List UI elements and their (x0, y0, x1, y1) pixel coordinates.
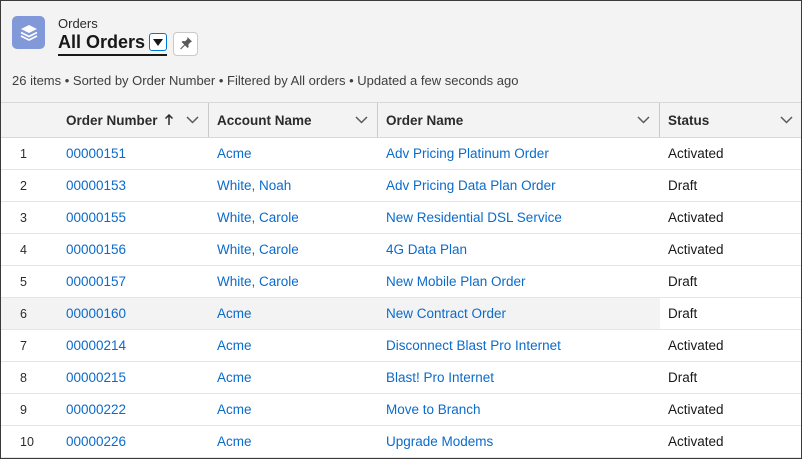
row-number: 6 (1, 297, 58, 330)
row-number: 9 (1, 393, 58, 426)
column-label: Account Name (217, 112, 312, 128)
order-number-link[interactable]: 00000157 (58, 265, 209, 298)
status-cell: Activated (660, 233, 801, 266)
status-cell: Activated (660, 137, 801, 170)
table-row[interactable]: 4 00000156 White, Carole 4G Data Plan Activa… (1, 233, 801, 266)
status-cell: Draft (660, 361, 801, 394)
account-name-link[interactable]: Acme (209, 137, 378, 170)
order-number-link[interactable]: 00000214 (58, 329, 209, 362)
row-number: 4 (1, 233, 58, 266)
row-number: 5 (1, 265, 58, 298)
chevron-down-icon[interactable] (186, 116, 199, 124)
order-number-link[interactable]: 00000151 (58, 137, 209, 170)
stacked-layers-icon (12, 16, 45, 49)
account-name-link[interactable]: Acme (209, 425, 378, 458)
list-view-title-row: All Orders (58, 32, 199, 56)
chevron-down-icon[interactable] (780, 116, 793, 124)
account-name-link[interactable]: White, Carole (209, 265, 378, 298)
status-cell: Activated (660, 329, 801, 362)
account-name-link[interactable]: Acme (209, 361, 378, 394)
order-name-link[interactable]: Disconnect Blast Pro Internet (378, 329, 660, 362)
orders-list-view: Orders All Orders 26 items • Sorted by O… (0, 0, 802, 459)
row-number-header (1, 102, 58, 138)
chevron-down-icon[interactable] (355, 116, 368, 124)
order-name-link[interactable]: New Residential DSL Service (378, 201, 660, 234)
row-number: 8 (1, 361, 58, 394)
row-number: 2 (1, 169, 58, 202)
table-row[interactable]: 10 00000226 Acme Upgrade Modems Activated (1, 425, 801, 458)
table-body: 1 00000151 Acme Adv Pricing Platinum Order A… (1, 137, 801, 458)
column-label: Order Name (386, 112, 464, 128)
column-header-order-name[interactable]: Order Name (378, 102, 660, 138)
chevron-down-icon[interactable] (637, 116, 650, 124)
table-row[interactable]: 7 00000214 Acme Disconnect Blast Pro Intern… (1, 329, 801, 362)
order-number-link[interactable]: 00000156 (58, 233, 209, 266)
row-number: 3 (1, 201, 58, 234)
row-number: 10 (1, 425, 58, 458)
order-number-link[interactable]: 00000222 (58, 393, 209, 426)
order-name-link[interactable]: Upgrade Modems (378, 425, 660, 458)
status-cell: Activated (660, 393, 801, 426)
table-row[interactable]: 6 00000160 Acme New Contract Order Draft (1, 297, 801, 330)
list-view-title: All Orders (58, 32, 146, 52)
table-header-row: Order Number Account Name Order Name Sta… (1, 102, 801, 138)
status-cell: Activated (660, 425, 801, 458)
order-name-link[interactable]: 4G Data Plan (378, 233, 660, 266)
order-number-link[interactable]: 00000215 (58, 361, 209, 394)
list-view-info: 26 items • Sorted by Order Number • Filt… (12, 73, 519, 88)
order-name-link[interactable]: New Contract Order (378, 297, 660, 330)
status-cell: Activated (660, 201, 801, 234)
column-header-status[interactable]: Status (660, 102, 801, 138)
table-row[interactable]: 5 00000157 White, Carole New Mobile Plan Or… (1, 265, 801, 298)
account-name-link[interactable]: Acme (209, 297, 378, 330)
list-view-switcher[interactable]: All Orders (58, 32, 168, 56)
orders-table: Order Number Account Name Order Name Sta… (1, 102, 801, 458)
pin-icon (179, 36, 193, 53)
order-name-link[interactable]: Adv Pricing Data Plan Order (378, 169, 660, 202)
account-name-link[interactable]: White, Carole (209, 233, 378, 266)
account-name-link[interactable]: White, Carole (209, 201, 378, 234)
order-number-link[interactable]: 00000226 (58, 425, 209, 458)
order-name-link[interactable]: Adv Pricing Platinum Order (378, 137, 660, 170)
sort-ascending-icon (164, 114, 174, 126)
account-name-link[interactable]: White, Noah (209, 169, 378, 202)
status-cell: Draft (660, 297, 801, 330)
table-row[interactable]: 2 00000153 White, Noah Adv Pricing Data Pla… (1, 169, 801, 202)
status-cell: Draft (660, 169, 801, 202)
table-row[interactable]: 1 00000151 Acme Adv Pricing Platinum Order A… (1, 137, 801, 170)
order-number-link[interactable]: 00000160 (58, 297, 209, 330)
order-number-link[interactable]: 00000153 (58, 169, 209, 202)
list-view-header: Orders All Orders 26 items • Sorted by O… (1, 1, 801, 102)
caret-down-icon[interactable] (149, 33, 168, 51)
object-label: Orders (58, 16, 98, 31)
column-label: Status (668, 112, 710, 128)
account-name-link[interactable]: Acme (209, 393, 378, 426)
row-number: 7 (1, 329, 58, 362)
column-header-order-number[interactable]: Order Number (58, 102, 209, 138)
order-name-link[interactable]: New Mobile Plan Order (378, 265, 660, 298)
column-header-account-name[interactable]: Account Name (209, 102, 378, 138)
pin-list-view-button[interactable] (173, 32, 199, 56)
table-row[interactable]: 8 00000215 Acme Blast! Pro Internet Draft (1, 361, 801, 394)
table-row[interactable]: 9 00000222 Acme Move to Branch Activated (1, 393, 801, 426)
account-name-link[interactable]: Acme (209, 329, 378, 362)
status-cell: Draft (660, 265, 801, 298)
column-label: Order Number (66, 112, 158, 128)
row-number: 1 (1, 137, 58, 170)
order-name-link[interactable]: Move to Branch (378, 393, 660, 426)
table-row[interactable]: 3 00000155 White, Carole New Residential DS… (1, 201, 801, 234)
order-number-link[interactable]: 00000155 (58, 201, 209, 234)
order-name-link[interactable]: Blast! Pro Internet (378, 361, 660, 394)
